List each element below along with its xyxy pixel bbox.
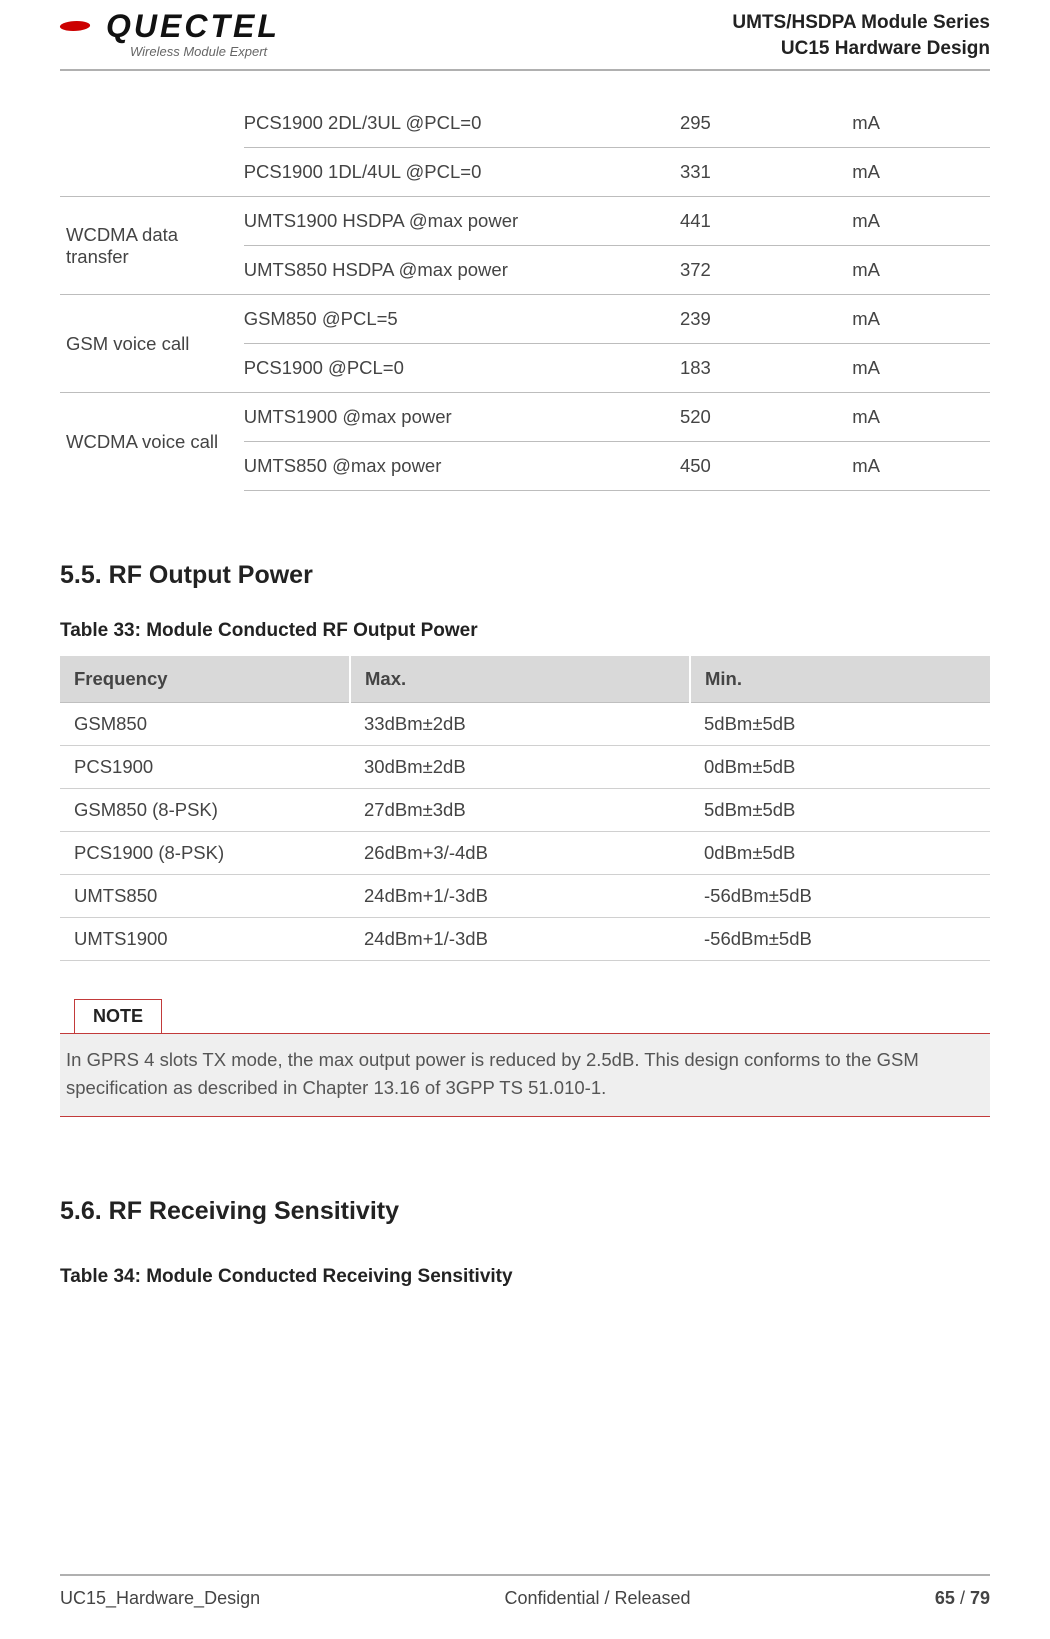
table-row: WCDMA data transferUMTS1900 HSDPA @max p… — [60, 197, 990, 246]
cell-frequency: GSM850 — [60, 703, 350, 746]
table-row: UMTS190024dBm+1/-3dB-56dBm±5dB — [60, 918, 990, 961]
row-condition: UMTS1900 HSDPA @max power — [244, 197, 680, 246]
cell-min: 5dBm±5dB — [690, 703, 990, 746]
rf-output-power-table: Frequency Max. Min. GSM85033dBm±2dB5dBm±… — [60, 656, 990, 961]
table33-header-max: Max. — [350, 656, 690, 703]
cell-min: 0dBm±5dB — [690, 832, 990, 875]
footer-page-total: 79 — [970, 1588, 990, 1608]
row-condition: PCS1900 1DL/4UL @PCL=0 — [244, 148, 680, 197]
logo-text: QUECTEL — [106, 10, 280, 42]
row-condition: UMTS850 HSDPA @max power — [244, 246, 680, 295]
row-condition: PCS1900 @PCL=0 — [244, 344, 680, 393]
row-value: 183 — [680, 344, 852, 393]
row-group-label: GSM voice call — [60, 295, 244, 393]
cell-max: 26dBm+3/-4dB — [350, 832, 690, 875]
cell-frequency: GSM850 (8-PSK) — [60, 789, 350, 832]
cell-max: 27dBm±3dB — [350, 789, 690, 832]
cell-min: -56dBm±5dB — [690, 918, 990, 961]
note-body: In GPRS 4 slots TX mode, the max output … — [60, 1033, 990, 1117]
cell-frequency: PCS1900 (8-PSK) — [60, 832, 350, 875]
table-row: GSM85033dBm±2dB5dBm±5dB — [60, 703, 990, 746]
header-doc-title: UMTS/HSDPA Module Series UC15 Hardware D… — [732, 10, 990, 61]
row-value: 295 — [680, 99, 852, 148]
table-row: PCS190030dBm±2dB0dBm±5dB — [60, 746, 990, 789]
table-row: GSM voice callGSM850 @PCL=5239mA — [60, 295, 990, 344]
row-group-label: WCDMA data transfer — [60, 197, 244, 295]
cell-min: 5dBm±5dB — [690, 789, 990, 832]
table-row: PCS1900 (8-PSK)26dBm+3/-4dB0dBm±5dB — [60, 832, 990, 875]
table33-header-min: Min. — [690, 656, 990, 703]
cell-max: 24dBm+1/-3dB — [350, 875, 690, 918]
row-value: 441 — [680, 197, 852, 246]
row-unit: mA — [852, 442, 990, 491]
row-value: 450 — [680, 442, 852, 491]
row-unit: mA — [852, 197, 990, 246]
cell-frequency: UMTS1900 — [60, 918, 350, 961]
footer-page-sep: / — [955, 1588, 970, 1608]
section-heading-55: 5.5. RF Output Power — [60, 561, 990, 590]
cell-min: -56dBm±5dB — [690, 875, 990, 918]
section-heading-56: 5.6. RF Receiving Sensitivity — [60, 1197, 990, 1226]
footer-mid: Confidential / Released — [504, 1588, 690, 1609]
cell-max: 33dBm±2dB — [350, 703, 690, 746]
cell-frequency: UMTS850 — [60, 875, 350, 918]
row-condition: GSM850 @PCL=5 — [244, 295, 680, 344]
table34-title: Table 34: Module Conducted Receiving Sen… — [60, 1266, 990, 1288]
note-block: NOTE In GPRS 4 slots TX mode, the max ou… — [60, 999, 990, 1117]
row-value: 239 — [680, 295, 852, 344]
page-footer: UC15_Hardware_Design Confidential / Rele… — [60, 1574, 990, 1609]
row-group-label: WCDMA voice call — [60, 393, 244, 491]
table-row: PCS1900 2DL/3UL @PCL=0295mA — [60, 99, 990, 148]
row-unit: mA — [852, 344, 990, 393]
row-unit: mA — [852, 99, 990, 148]
table-row: UMTS85024dBm+1/-3dB-56dBm±5dB — [60, 875, 990, 918]
header-line1: UMTS/HSDPA Module Series — [732, 10, 990, 36]
table-row: GSM850 (8-PSK)27dBm±3dB5dBm±5dB — [60, 789, 990, 832]
row-value: 520 — [680, 393, 852, 442]
table33-title: Table 33: Module Conducted RF Output Pow… — [60, 620, 990, 642]
row-value: 331 — [680, 148, 852, 197]
row-value: 372 — [680, 246, 852, 295]
row-group-label — [60, 99, 244, 197]
logo-swoosh-icon — [60, 17, 100, 35]
cell-min: 0dBm±5dB — [690, 746, 990, 789]
header-line2: UC15 Hardware Design — [732, 36, 990, 62]
row-unit: mA — [852, 148, 990, 197]
row-unit: mA — [852, 295, 990, 344]
footer-page-current: 65 — [935, 1588, 955, 1608]
row-unit: mA — [852, 393, 990, 442]
page-header: QUECTEL Wireless Module Expert UMTS/HSDP… — [60, 0, 990, 71]
logo: QUECTEL — [60, 10, 280, 42]
row-condition: UMTS850 @max power — [244, 442, 680, 491]
cell-max: 24dBm+1/-3dB — [350, 918, 690, 961]
logo-subtitle: Wireless Module Expert — [130, 44, 280, 59]
row-condition: PCS1900 2DL/3UL @PCL=0 — [244, 99, 680, 148]
current-consumption-table: PCS1900 2DL/3UL @PCL=0295mAPCS1900 1DL/4… — [60, 99, 990, 491]
table33-header-frequency: Frequency — [60, 656, 350, 703]
note-label: NOTE — [74, 999, 162, 1034]
footer-left: UC15_Hardware_Design — [60, 1588, 260, 1609]
table-row: WCDMA voice callUMTS1900 @max power520mA — [60, 393, 990, 442]
cell-frequency: PCS1900 — [60, 746, 350, 789]
footer-page-number: 65 / 79 — [935, 1588, 990, 1609]
cell-max: 30dBm±2dB — [350, 746, 690, 789]
row-condition: UMTS1900 @max power — [244, 393, 680, 442]
row-unit: mA — [852, 246, 990, 295]
logo-block: QUECTEL Wireless Module Expert — [60, 10, 280, 59]
